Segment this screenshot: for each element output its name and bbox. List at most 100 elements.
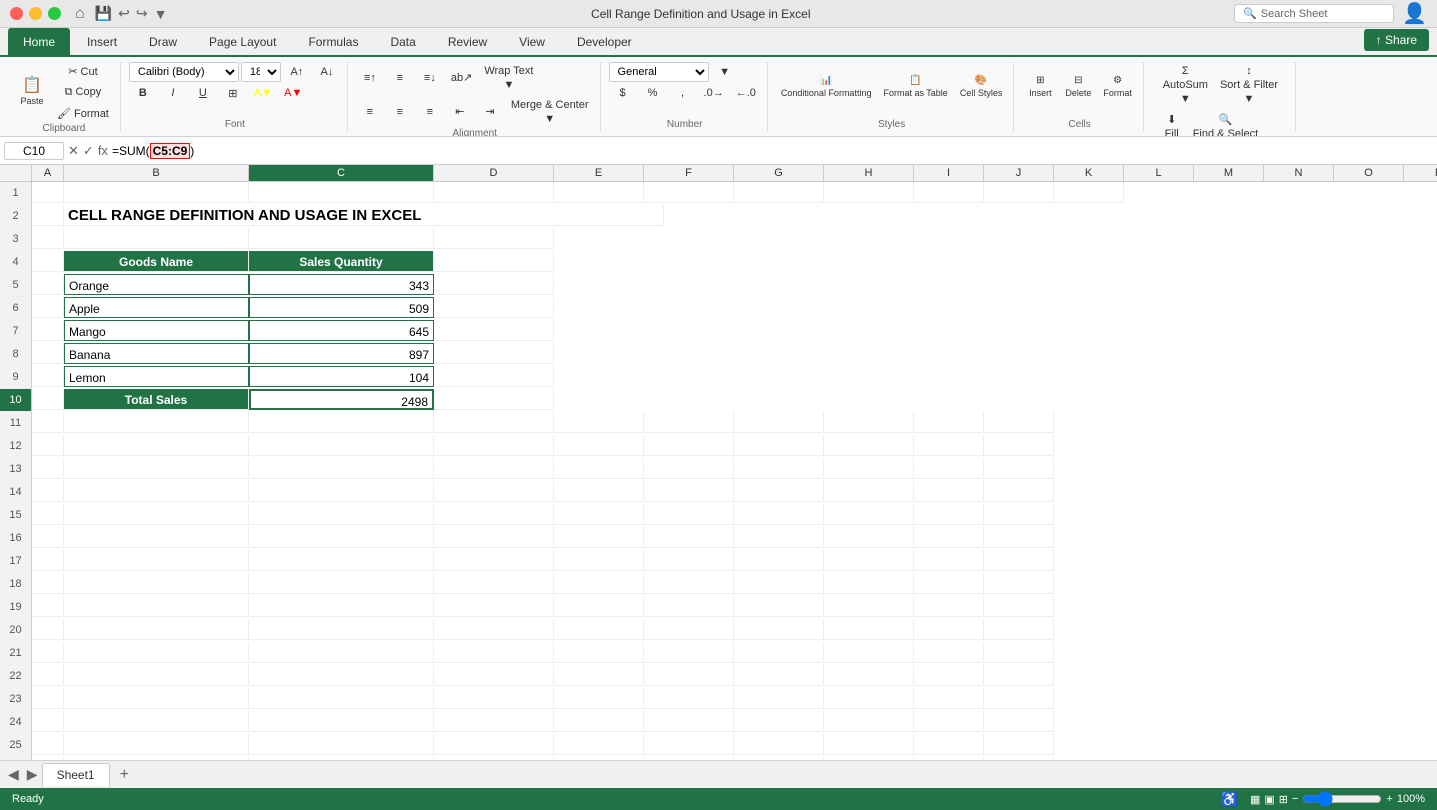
cell-e26[interactable] xyxy=(554,757,644,760)
cell-c4[interactable]: Sales Quantity xyxy=(249,251,434,272)
cell-h16[interactable] xyxy=(824,527,914,548)
cell-h24[interactable] xyxy=(824,711,914,732)
cell-j14[interactable] xyxy=(984,481,1054,502)
cell-h14[interactable] xyxy=(824,481,914,502)
cell-f26[interactable] xyxy=(644,757,734,760)
col-header-d[interactable]: D xyxy=(434,165,554,181)
cell-g15[interactable] xyxy=(734,504,824,525)
cell-d5[interactable] xyxy=(434,274,554,295)
font-size-dropdown[interactable]: 18 xyxy=(241,62,281,82)
insert-button[interactable]: ⊞ Insert xyxy=(1022,62,1058,112)
insert-function-icon[interactable]: fx xyxy=(98,143,108,158)
cell-a16[interactable] xyxy=(32,527,64,548)
cell-f24[interactable] xyxy=(644,711,734,732)
col-header-a[interactable]: A xyxy=(32,165,64,181)
cell-f18[interactable] xyxy=(644,573,734,594)
cell-a19[interactable] xyxy=(32,596,64,617)
cell-i18[interactable] xyxy=(914,573,984,594)
cell-a18[interactable] xyxy=(32,573,64,594)
cell-b3[interactable] xyxy=(64,228,249,249)
cell-c11[interactable] xyxy=(249,412,434,433)
cell-f12[interactable] xyxy=(644,435,734,456)
cell-a2[interactable] xyxy=(32,205,64,226)
cell-d12[interactable] xyxy=(434,435,554,456)
cell-b2[interactable]: CELL RANGE DEFINITION AND USAGE IN EXCEL xyxy=(64,205,664,226)
align-top-button[interactable]: ≡↑ xyxy=(356,69,384,87)
cell-d15[interactable] xyxy=(434,504,554,525)
col-header-i[interactable]: I xyxy=(914,165,984,181)
find-select-button[interactable]: 🔍 Find & Select▼ xyxy=(1188,110,1263,138)
cell-b13[interactable] xyxy=(64,458,249,479)
col-header-n[interactable]: N xyxy=(1264,165,1334,181)
cell-c5[interactable]: 343 xyxy=(249,274,434,295)
cell-h18[interactable] xyxy=(824,573,914,594)
cell-b24[interactable] xyxy=(64,711,249,732)
cell-i16[interactable] xyxy=(914,527,984,548)
cell-a25[interactable] xyxy=(32,734,64,755)
cell-f11[interactable] xyxy=(644,412,734,433)
cell-a8[interactable] xyxy=(32,343,64,364)
cell-i11[interactable] xyxy=(914,412,984,433)
cell-d8[interactable] xyxy=(434,343,554,364)
cell-h12[interactable] xyxy=(824,435,914,456)
col-header-b[interactable]: B xyxy=(64,165,249,181)
cell-h13[interactable] xyxy=(824,458,914,479)
paste-button[interactable]: 📋 Paste xyxy=(14,67,50,117)
cell-i13[interactable] xyxy=(914,458,984,479)
underline-button[interactable]: U xyxy=(189,84,217,102)
cell-h17[interactable] xyxy=(824,550,914,571)
cell-j19[interactable] xyxy=(984,596,1054,617)
cell-g13[interactable] xyxy=(734,458,824,479)
orientation-button[interactable]: ab↗ xyxy=(446,68,477,87)
cell-a14[interactable] xyxy=(32,481,64,502)
cell-a17[interactable] xyxy=(32,550,64,571)
cell-b7[interactable]: Mango xyxy=(64,320,249,341)
cell-g25[interactable] xyxy=(734,734,824,755)
col-header-e[interactable]: E xyxy=(554,165,644,181)
cell-j22[interactable] xyxy=(984,665,1054,686)
tab-data[interactable]: Data xyxy=(375,28,430,55)
cell-d14[interactable] xyxy=(434,481,554,502)
cell-b20[interactable] xyxy=(64,619,249,640)
fill-color-button[interactable]: A▼ xyxy=(249,84,277,102)
cell-e24[interactable] xyxy=(554,711,644,732)
cell-g11[interactable] xyxy=(734,412,824,433)
cell-a23[interactable] xyxy=(32,688,64,709)
cell-c12[interactable] xyxy=(249,435,434,456)
cell-j21[interactable] xyxy=(984,642,1054,663)
cell-g23[interactable] xyxy=(734,688,824,709)
cell-h15[interactable] xyxy=(824,504,914,525)
cell-f13[interactable] xyxy=(644,458,734,479)
cell-j20[interactable] xyxy=(984,619,1054,640)
search-bar[interactable]: 🔍 Search Sheet xyxy=(1234,4,1394,23)
cell-d10[interactable] xyxy=(434,389,554,410)
font-family-dropdown[interactable]: Calibri (Body) xyxy=(129,62,239,82)
cell-j18[interactable] xyxy=(984,573,1054,594)
scroll-left-tab[interactable]: ◀ xyxy=(4,766,23,783)
cell-i25[interactable] xyxy=(914,734,984,755)
zoom-slider[interactable] xyxy=(1302,791,1382,807)
col-header-j[interactable]: J xyxy=(984,165,1054,181)
add-sheet-button[interactable]: + xyxy=(112,766,137,784)
col-header-c[interactable]: C xyxy=(249,165,434,181)
cell-g21[interactable] xyxy=(734,642,824,663)
align-center-button[interactable]: ≡ xyxy=(386,103,414,121)
border-button[interactable]: ⊞ xyxy=(219,84,247,103)
col-header-p[interactable]: P xyxy=(1404,165,1437,181)
align-bottom-button[interactable]: ≡↓ xyxy=(416,69,444,87)
cell-c1[interactable] xyxy=(249,182,434,203)
cell-a10[interactable] xyxy=(32,389,64,410)
cell-g1[interactable] xyxy=(734,182,824,203)
cell-b9[interactable]: Lemon xyxy=(64,366,249,387)
cell-i22[interactable] xyxy=(914,665,984,686)
cell-g19[interactable] xyxy=(734,596,824,617)
cell-e11[interactable] xyxy=(554,412,644,433)
cell-c15[interactable] xyxy=(249,504,434,525)
cell-j23[interactable] xyxy=(984,688,1054,709)
currency-button[interactable]: $ xyxy=(609,84,637,102)
cell-e17[interactable] xyxy=(554,550,644,571)
decrease-font-button[interactable]: A↓ xyxy=(313,63,341,81)
cell-h1[interactable] xyxy=(824,182,914,203)
cell-h21[interactable] xyxy=(824,642,914,663)
cut-button[interactable]: ✂ Cut xyxy=(52,62,114,81)
